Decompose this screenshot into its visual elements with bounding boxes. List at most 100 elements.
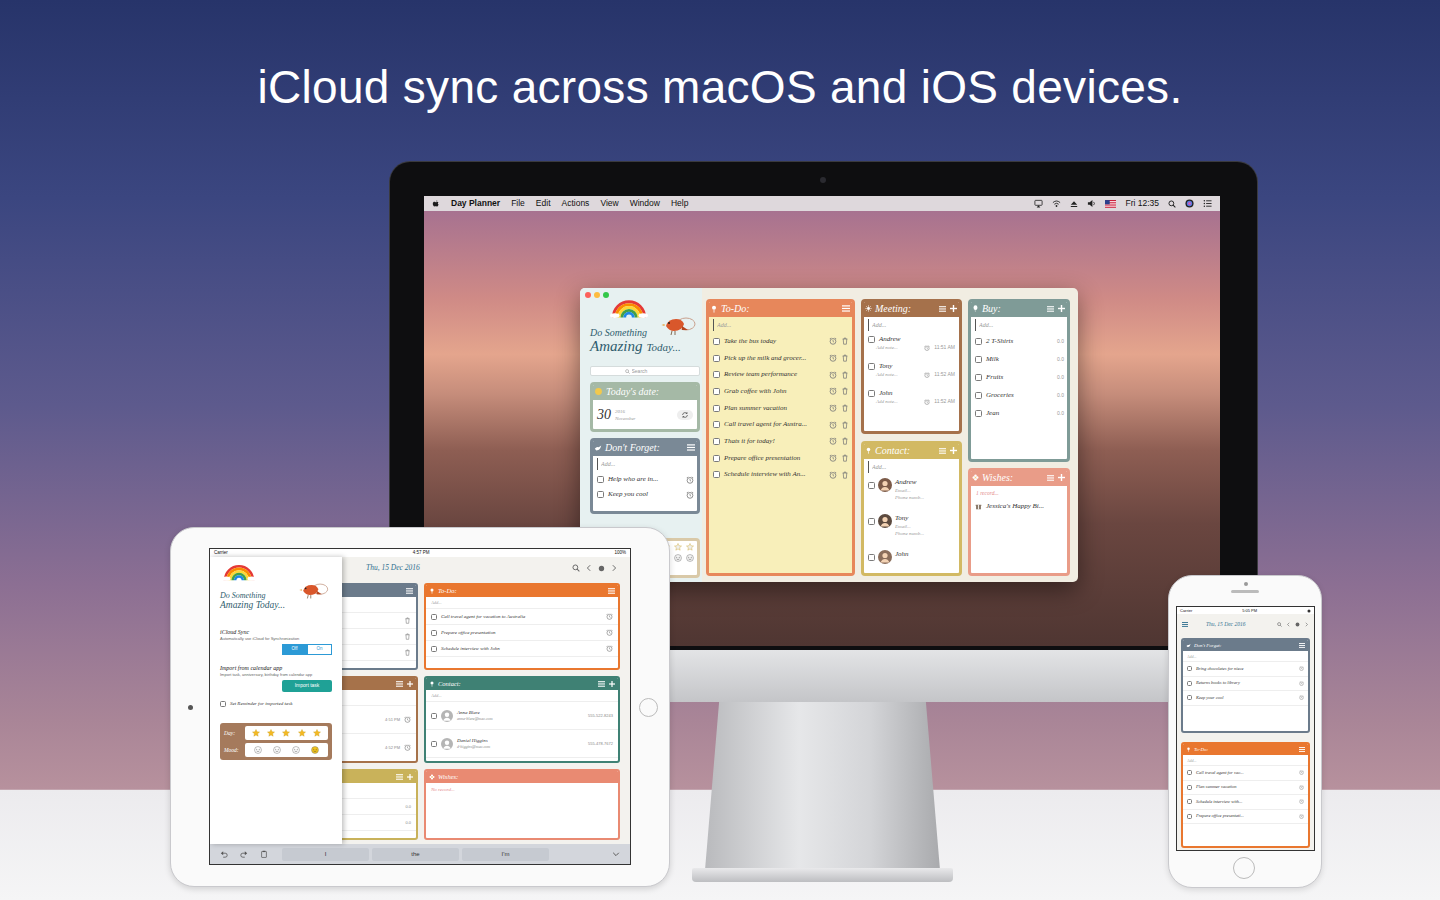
contact-email[interactable]: anna-blare@mac.com [457, 716, 493, 722]
checkbox[interactable] [713, 388, 720, 395]
trash-icon[interactable] [841, 371, 849, 379]
suggestion[interactable]: I [282, 848, 369, 861]
menu-icon[interactable] [687, 444, 695, 451]
checkbox[interactable] [868, 363, 875, 370]
add-icon[interactable] [1058, 305, 1065, 312]
alarm-icon[interactable] [829, 454, 837, 462]
star-icon[interactable] [686, 543, 694, 551]
todo-text[interactable]: Schedule interview with An... [724, 470, 825, 479]
alarm-icon[interactable] [404, 716, 411, 723]
alarm-icon[interactable] [829, 471, 837, 479]
menu-icon[interactable] [939, 306, 946, 312]
star-icon[interactable] [313, 729, 321, 737]
checkbox[interactable] [713, 355, 720, 362]
checkbox[interactable] [868, 554, 875, 561]
trash-icon[interactable] [841, 387, 849, 395]
eject-icon[interactable] [1070, 200, 1078, 208]
alarm-icon[interactable] [829, 371, 837, 379]
spotlight-icon[interactable] [1168, 200, 1176, 208]
apple-icon[interactable] [432, 199, 440, 209]
checkbox[interactable] [713, 471, 720, 478]
buy-price[interactable]: 0.0 [1057, 374, 1064, 381]
buy-name[interactable]: Fruits [986, 373, 1053, 382]
checkbox[interactable] [713, 421, 720, 428]
checkbox[interactable] [1187, 695, 1192, 700]
trash-icon[interactable] [404, 649, 411, 656]
checkbox[interactable] [713, 338, 720, 345]
todo-text[interactable]: Schedule interview with John [441, 645, 500, 652]
contact-email[interactable]: Email... [895, 487, 924, 494]
add-field[interactable] [1183, 755, 1308, 766]
add-field[interactable] [1183, 651, 1308, 662]
add-field[interactable] [868, 319, 955, 331]
add-field[interactable] [868, 461, 955, 473]
alarm-icon[interactable] [924, 399, 930, 405]
checkbox[interactable] [713, 371, 720, 378]
alarm-icon[interactable] [686, 476, 694, 484]
checkbox[interactable] [597, 476, 604, 483]
checkbox[interactable] [975, 338, 982, 345]
checkbox[interactable] [597, 491, 604, 498]
todo-text[interactable]: Pick up the milk and grocer... [724, 354, 825, 363]
alarm-icon[interactable] [606, 613, 613, 620]
alarm-icon[interactable] [1299, 666, 1304, 671]
menu-item[interactable]: Edit [536, 197, 551, 210]
face-icon[interactable] [254, 746, 262, 754]
checkbox[interactable] [220, 701, 226, 707]
checkbox[interactable] [868, 518, 875, 525]
alarm-icon[interactable] [829, 404, 837, 412]
trash-icon[interactable] [841, 337, 849, 345]
today-icon[interactable] [598, 565, 605, 572]
reminder-label[interactable]: Set Reminder for imported task [230, 700, 293, 707]
item-text[interactable]: Returns books to library [1196, 680, 1240, 686]
todo-text[interactable]: Prepare office presentation [724, 454, 825, 463]
add-field[interactable] [426, 597, 618, 609]
meeting-note[interactable]: Add note... [876, 344, 898, 351]
buy-price[interactable]: 0.0 [1057, 392, 1064, 399]
menu-icon[interactable] [939, 448, 946, 454]
menu-item[interactable]: Actions [562, 197, 590, 210]
menu-icon[interactable] [406, 588, 413, 594]
import-button[interactable]: Import task [282, 680, 332, 692]
add-icon[interactable] [950, 447, 957, 454]
trash-icon[interactable] [841, 471, 849, 479]
contact-name[interactable]: Andrew [895, 478, 924, 487]
menu-icon[interactable] [598, 681, 605, 687]
checkbox[interactable] [868, 390, 875, 397]
trash-icon[interactable] [841, 354, 849, 362]
close-button[interactable] [585, 292, 591, 298]
alarm-icon[interactable] [606, 645, 613, 652]
checkbox[interactable] [975, 410, 982, 417]
star-icon[interactable] [298, 729, 306, 737]
app-menu[interactable]: Day Planner [451, 197, 500, 210]
trash-icon[interactable] [841, 437, 849, 445]
todo-text[interactable]: Review team performance [724, 370, 825, 379]
wifi-icon[interactable] [1052, 199, 1061, 208]
menu-icon[interactable] [396, 681, 403, 687]
alarm-icon[interactable] [1299, 785, 1304, 790]
airplay-icon[interactable] [1034, 199, 1043, 208]
alarm-icon[interactable] [924, 372, 930, 378]
contact-name[interactable]: Anna Blare [457, 709, 493, 716]
checkbox[interactable] [713, 405, 720, 412]
contact-phone[interactable]: 555-522-8243 [588, 713, 613, 719]
alarm-icon[interactable] [829, 354, 837, 362]
home-button[interactable] [639, 698, 658, 717]
todo-text[interactable]: Call travel agent for vacation to Austra… [441, 613, 525, 620]
checkbox[interactable] [431, 741, 437, 747]
todo-text[interactable]: Thats it for today! [724, 437, 825, 446]
reminder-text[interactable]: Help who are in... [608, 475, 682, 484]
search-icon[interactable] [1277, 622, 1282, 627]
face-icon[interactable] [292, 746, 300, 754]
contact-phone[interactable]: Phone numb... [895, 494, 924, 501]
item-text[interactable]: Plan summer vacation [1196, 784, 1237, 790]
menu-item[interactable]: View [600, 197, 618, 210]
meeting-name[interactable]: Andrew [879, 335, 955, 344]
menu-item[interactable]: Help [671, 197, 688, 210]
buy-price[interactable]: 0.0 [1057, 338, 1064, 345]
previous-day-icon[interactable] [585, 564, 593, 572]
toggle-option[interactable]: On [307, 644, 332, 655]
checkbox[interactable] [431, 646, 437, 652]
wish-text[interactable]: Jessica's Happy Bi... [986, 502, 1064, 511]
checkbox[interactable] [1187, 814, 1192, 819]
